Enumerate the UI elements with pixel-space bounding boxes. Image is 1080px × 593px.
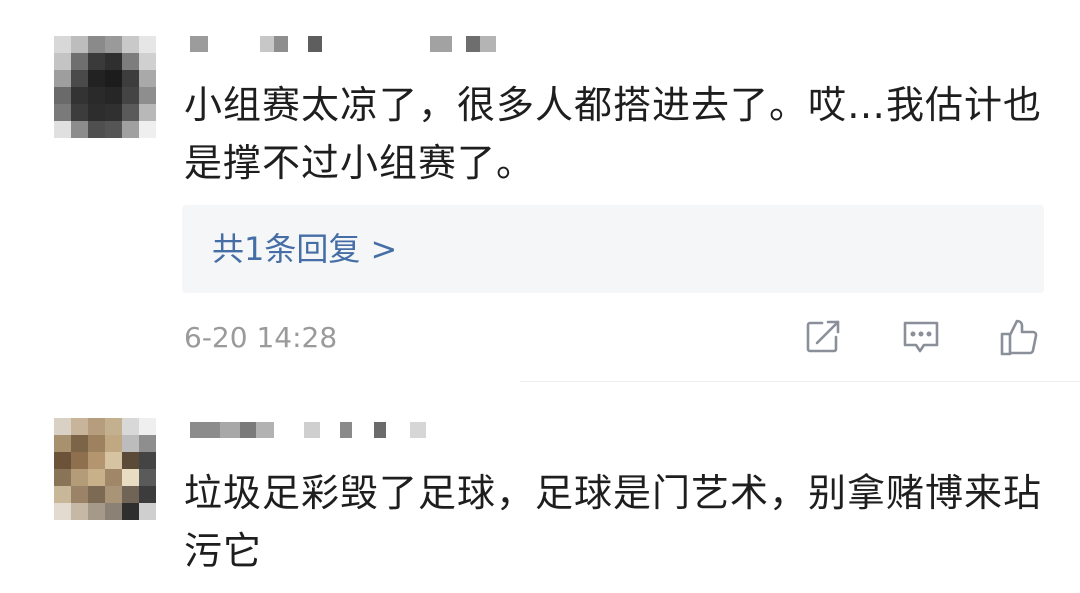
username-blurred[interactable] bbox=[190, 420, 426, 440]
timestamp: 6-20 14:28 bbox=[184, 321, 338, 354]
comment-item: 小组赛太凉了，很多人都搭进去了。哎…我估计也是撑不过小组赛了。 共1条回复 > … bbox=[0, 0, 1080, 382]
thumbs-up-icon[interactable] bbox=[998, 316, 1040, 358]
view-replies-link[interactable]: 共1条回复 > bbox=[212, 229, 397, 269]
avatar[interactable] bbox=[54, 36, 156, 138]
username-blurred[interactable] bbox=[190, 34, 496, 54]
comment-text: 垃圾足彩毁了足球，足球是门艺术，别拿赌博来玷污它 bbox=[184, 471, 1043, 573]
share-icon[interactable] bbox=[802, 316, 844, 358]
reply-summary-box[interactable]: 共1条回复 > bbox=[182, 205, 1044, 293]
comment-icon[interactable] bbox=[900, 316, 942, 358]
comment-item: 垃圾足彩毁了足球，足球是门艺术，别拿赌博来玷污它 bbox=[0, 382, 1080, 593]
comment-text: 小组赛太凉了，很多人都搭进去了。哎…我估计也是撑不过小组赛了。 bbox=[184, 83, 1043, 185]
avatar[interactable] bbox=[54, 418, 156, 520]
